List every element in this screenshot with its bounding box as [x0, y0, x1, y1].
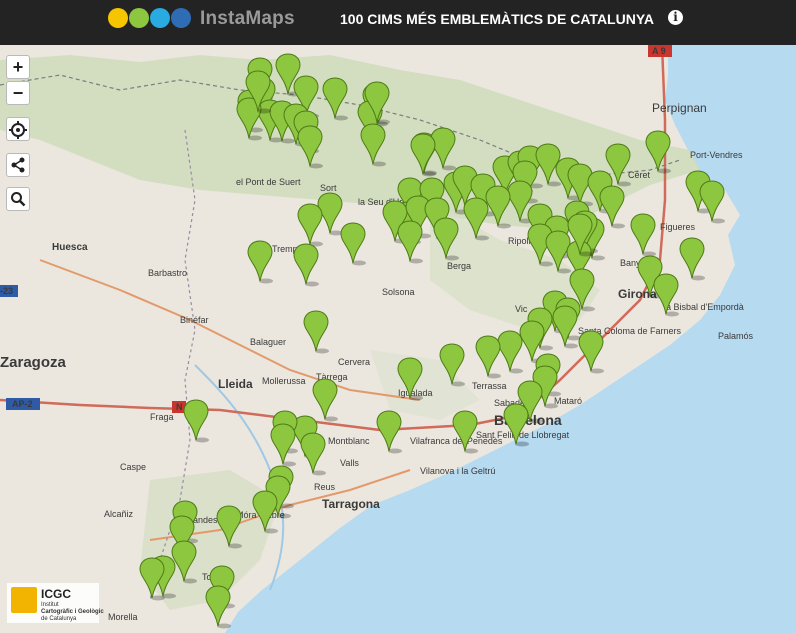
icgc-line3: de Catalunya [41, 616, 77, 622]
map-label-mollerussa: Mollerussa [262, 376, 306, 386]
icgc-attribution[interactable]: ICGC Institut Cartogràfic i Geològic de … [7, 583, 104, 623]
map-canvas[interactable]: Perpignan Port-Vendres Céret Huesca Barbastr… [0, 45, 796, 633]
icgc-line2: Cartogràfic i Geològic [41, 609, 104, 615]
crosshair-icon [9, 121, 27, 139]
map-label-mataro: Mataró [554, 396, 582, 406]
map-label-lleida: Lleida [218, 377, 253, 391]
brand-name[interactable]: InstaMaps [200, 8, 295, 30]
map-label-figueres: Figueres [660, 222, 696, 232]
map-label-e23: -23 [0, 286, 13, 296]
map-label-cervera: Cervera [338, 357, 370, 367]
map-label-morella: Morella [108, 612, 138, 622]
map-label-barbastro: Barbastro [148, 268, 187, 278]
map-label-montblanc: Montblanc [328, 436, 370, 446]
logo-dot-cyan [150, 8, 170, 28]
map-label-ripoll: Ripoll [508, 236, 531, 246]
map-label-vic: Vic [515, 304, 528, 314]
map-title: 100 CIMS MÉS EMBLEMÀTICS DE CATALUNYA [340, 11, 654, 27]
zoom-out-button[interactable]: − [6, 81, 30, 105]
basemap: Perpignan Port-Vendres Céret Huesca Barbastr… [0, 45, 796, 633]
map-label-solsona: Solsona [382, 287, 415, 297]
map-label-binefar: Binéfar [180, 315, 209, 325]
search-icon [11, 192, 26, 207]
map-label-terrassa: Terrassa [472, 381, 507, 391]
icgc-line1: Institut [41, 602, 59, 608]
share-icon [11, 157, 25, 173]
map-label-la-bisbal: la Bisbal d'Empordà [664, 302, 744, 312]
map-label-vilanova: Vilanova i la Geltrú [420, 466, 495, 476]
map-label-alcaniz: Alcañiz [104, 509, 134, 519]
map-label-a9: A 9 [652, 46, 666, 56]
share-button[interactable] [6, 153, 30, 177]
search-button[interactable] [6, 187, 30, 211]
map-label-berga: Berga [447, 261, 471, 271]
icgc-logo [11, 587, 37, 613]
logo-dot-yellow [108, 8, 128, 28]
map-label-el-pont-de-suert: el Pont de Suert [236, 177, 301, 187]
map-label-ap2: AP-2 [12, 399, 33, 409]
map-label-reus: Reus [314, 482, 336, 492]
map-label-fraga: Fraga [150, 412, 174, 422]
top-bar: InstaMaps 100 CIMS MÉS EMBLEMÀTICS DE CA… [0, 0, 796, 45]
map-label-zaragoza: Zaragoza [0, 354, 67, 371]
zoom-in-button[interactable]: + [6, 55, 30, 79]
map-label-sort: Sort [320, 183, 337, 193]
icgc-name: ICGC [41, 587, 71, 601]
map-label-ceret: Céret [628, 170, 651, 180]
map-label-caspe: Caspe [120, 462, 146, 472]
map-label-n2: N [176, 402, 183, 412]
locate-button[interactable] [6, 117, 30, 141]
map-label-palamos: Palamós [718, 331, 754, 341]
map-label-balaguer: Balaguer [250, 337, 286, 347]
map-label-valls: Valls [340, 458, 359, 468]
map-label-huesca: Huesca [52, 242, 88, 253]
map-label-vilafranca: Vilafranca del Penedès [410, 436, 503, 446]
logo-dot-blue [171, 8, 191, 28]
map-label-port-vendres: Port-Vendres [690, 150, 743, 160]
logo-dot-green [129, 8, 149, 28]
map-label-tarragona: Tarragona [322, 497, 380, 511]
map-label-perpignan: Perpignan [652, 101, 707, 115]
info-icon[interactable]: i [668, 10, 683, 25]
